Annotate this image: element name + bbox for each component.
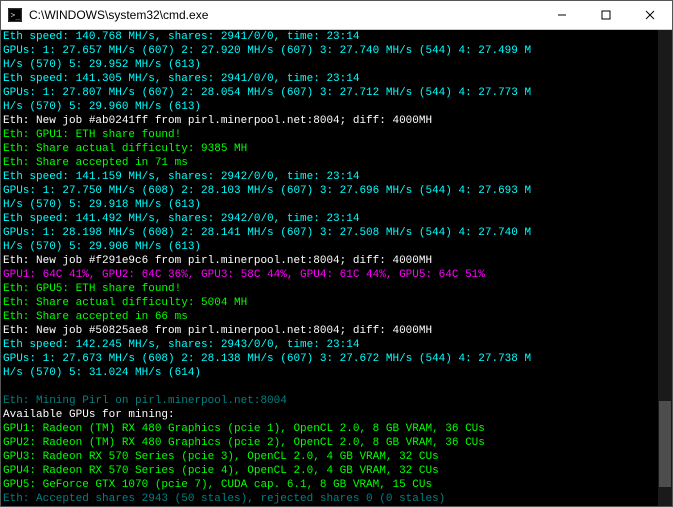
console-line: H/s (570) 5: 29.906 MH/s (613)	[3, 240, 658, 254]
console-line: GPU5: GeForce GTX 1070 (pcie 7), CUDA ca…	[3, 478, 658, 492]
console-text: Eth speed: 140.768 MH/s, shares: 2941/0/…	[3, 30, 658, 506]
console-line: GPUs: 1: 28.198 MH/s (608) 2: 28.141 MH/…	[3, 226, 658, 240]
console-line: GPU3: Radeon RX 570 Series (pcie 3), Ope…	[3, 450, 658, 464]
console-line: GPUs: 1: 27.657 MH/s (607) 2: 27.920 MH/…	[3, 44, 658, 58]
console-line	[3, 380, 658, 394]
console-line: Eth: Share actual difficulty: 9385 MH	[3, 142, 658, 156]
console-line: GPUs: 1: 27.807 MH/s (607) 2: 28.054 MH/…	[3, 86, 658, 100]
maximize-button[interactable]	[584, 1, 628, 29]
titlebar[interactable]: >_ C:\WINDOWS\system32\cmd.exe	[1, 1, 672, 30]
close-button[interactable]	[628, 1, 672, 29]
console-line: Eth speed: 140.768 MH/s, shares: 2941/0/…	[3, 30, 658, 44]
console-line: Eth speed: 141.492 MH/s, shares: 2942/0/…	[3, 212, 658, 226]
console-line: GPU2: Radeon (TM) RX 480 Graphics (pcie …	[3, 436, 658, 450]
console-line: Eth: New job #f291e9c6 from pirl.minerpo…	[3, 254, 658, 268]
console-line: H/s (570) 5: 29.918 MH/s (613)	[3, 198, 658, 212]
console-line: Available GPUs for mining:	[3, 408, 658, 422]
console-line: GPU1: 64C 41%, GPU2: 64C 36%, GPU3: 58C …	[3, 268, 658, 282]
console-area[interactable]: Eth speed: 140.768 MH/s, shares: 2941/0/…	[1, 30, 672, 506]
console-line: H/s (570) 5: 29.960 MH/s (613)	[3, 100, 658, 114]
console-line: Eth: Mining Pirl on pirl.minerpool.net:8…	[3, 394, 658, 408]
console-line: Eth: GPU1: ETH share found!	[3, 128, 658, 142]
cmd-icon: >_	[7, 7, 23, 23]
console-line: GPU4: Radeon RX 570 Series (pcie 4), Ope…	[3, 464, 658, 478]
svg-text:>_: >_	[11, 11, 21, 20]
window-title: C:\WINDOWS\system32\cmd.exe	[29, 8, 540, 22]
console-line: GPU1: Radeon (TM) RX 480 Graphics (pcie …	[3, 422, 658, 436]
console-line: H/s (570) 5: 31.024 MH/s (614)	[3, 366, 658, 380]
close-icon	[645, 10, 655, 20]
console-line: Eth: Share accepted in 71 ms	[3, 156, 658, 170]
scrollbar-thumb[interactable]	[659, 401, 671, 487]
minimize-icon	[557, 10, 567, 20]
console-line: Eth: GPU5: ETH share found!	[3, 282, 658, 296]
console-line: GPUs: 1: 27.673 MH/s (608) 2: 28.138 MH/…	[3, 352, 658, 366]
console-line: H/s (570) 5: 29.952 MH/s (613)	[3, 58, 658, 72]
console-line: Eth: Accepted shares 2943 (50 stales), r…	[3, 492, 658, 506]
console-line: Eth speed: 141.159 MH/s, shares: 2942/0/…	[3, 170, 658, 184]
console-line: Eth speed: 142.245 MH/s, shares: 2943/0/…	[3, 338, 658, 352]
console-line: Eth speed: 141.305 MH/s, shares: 2941/0/…	[3, 72, 658, 86]
cmd-window: >_ C:\WINDOWS\system32\cmd.exe Eth speed…	[0, 0, 673, 507]
console-line: Eth: New job #ab0241ff from pirl.minerpo…	[3, 114, 658, 128]
console-line: Eth: New job #50825ae8 from pirl.minerpo…	[3, 324, 658, 338]
console-line: GPUs: 1: 27.750 MH/s (608) 2: 28.103 MH/…	[3, 184, 658, 198]
maximize-icon	[601, 10, 611, 20]
console-line: Eth: Share accepted in 66 ms	[3, 310, 658, 324]
console-line: Eth: Share actual difficulty: 5004 MH	[3, 296, 658, 310]
minimize-button[interactable]	[540, 1, 584, 29]
scrollbar[interactable]	[658, 30, 672, 506]
